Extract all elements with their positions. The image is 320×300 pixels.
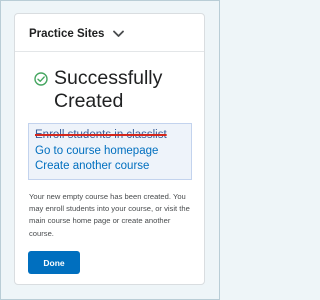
header-divider [15,51,204,52]
title-line-1: Successfully [54,67,163,89]
check-circle-icon [34,72,48,86]
chevron-down-icon [113,30,125,37]
course-created-card: Practice Sites Successfully Created Enro… [14,13,205,285]
create-another-course-link[interactable]: Create another course [35,159,185,175]
done-button[interactable]: Done [28,251,80,274]
success-heading: Successfully Created [34,67,162,113]
success-title: Successfully Created [54,67,162,113]
course-homepage-link[interactable]: Go to course homepage [35,144,185,160]
enroll-students-link[interactable]: Enroll students in classlist [35,128,185,144]
title-line-2: Created [54,90,124,112]
site-name: Practice Sites [29,28,105,40]
next-steps-links: Enroll students in classlist Go to cours… [28,123,192,180]
site-selector[interactable]: Practice Sites [29,26,125,42]
description-text: Your new empty course has been created. … [29,192,190,238]
